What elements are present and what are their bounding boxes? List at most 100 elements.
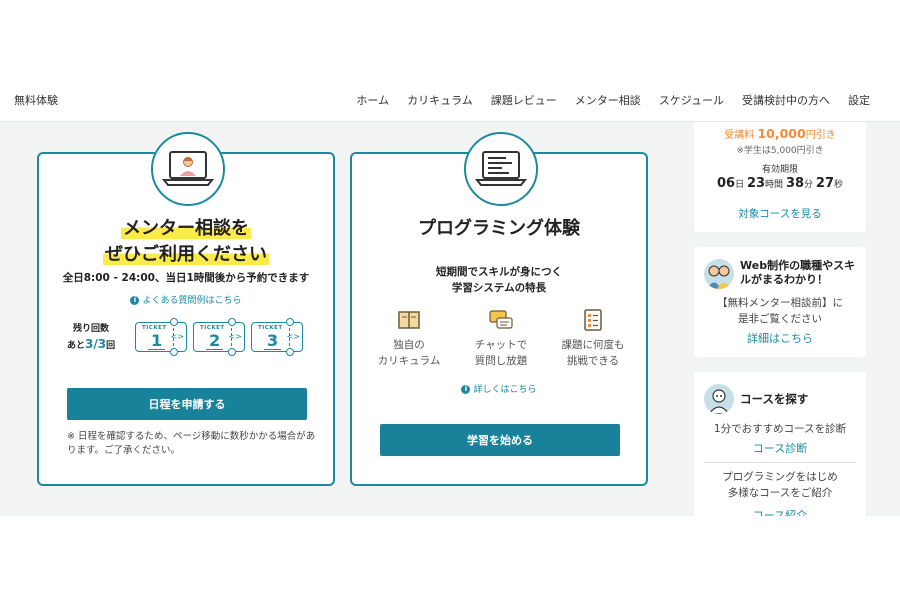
expiry-label: 有効期限 [761, 165, 798, 175]
countdown-minutes-unit: 分 [804, 180, 814, 190]
programming-card-title: プログラミング体験 [418, 218, 580, 239]
code-laptop-icon [464, 132, 538, 206]
countdown-hours-unit: 時間 [765, 180, 784, 190]
title-line-1: メンター相談を [121, 218, 251, 239]
nav-mentor-consultation[interactable]: メンター相談 [575, 92, 641, 108]
checklist-icon [550, 308, 636, 332]
book-icon [366, 308, 452, 332]
code-brackets-icon: <> [286, 332, 300, 341]
available-hours-text: 全日8:00 - 24:00、当日1時間後から予約できます [62, 272, 310, 284]
ticket-notch [228, 318, 236, 326]
description-line-2: 是非ご覧ください [738, 313, 822, 325]
start-learning-button[interactable]: 学習を始める [380, 424, 620, 456]
course-intro-text: プログラミングをはじめ 多様なコースをご紹介 [694, 469, 866, 501]
job-types-description: 【無料メンター相談前】に 是非ご覧ください [694, 295, 866, 327]
info-icon: i [461, 385, 471, 394]
learn-more-label: 詳しくはこちら [473, 385, 537, 395]
details-link[interactable]: 詳細はこちら [694, 330, 866, 346]
heading-line-2: ルがまるわかり！ [740, 273, 828, 286]
ticket-3: TICKET 3 <> [251, 318, 303, 356]
code-brackets-icon: <> [170, 332, 184, 341]
nav-home[interactable]: ホーム [356, 92, 389, 108]
remaining-prefix: あと [67, 341, 86, 351]
course-intro-link[interactable]: コース紹介 [694, 507, 866, 516]
ticket-number: 3 [264, 332, 282, 350]
discount-text: 受講料 10,000円引き [694, 126, 866, 141]
subtitle-line-1: 短期間でスキルが身につく [436, 266, 562, 278]
code-brackets-icon: <> [228, 332, 242, 341]
job-types-heading: Web制作の職種やスキ ルがまるわかり！ [740, 259, 855, 287]
ticket-notch [228, 348, 236, 356]
search-person-icon [704, 384, 734, 414]
intro-line-2: 多様なコースをご紹介 [727, 487, 833, 499]
feature-label-line2: カリキュラム [377, 355, 441, 367]
feature-label-line1: チャットで [474, 339, 528, 351]
heading-line-1: Web制作の職種やスキ [740, 259, 856, 272]
ticket-1: TICKET 1 <> [135, 318, 187, 356]
nav-schedule[interactable]: スケジュール [659, 92, 724, 108]
ticket-number: 2 [206, 332, 224, 350]
ticket-2: TICKET 2 <> [193, 318, 245, 356]
programming-trial-card: プログラミング体験 短期間でスキルが身につく 学習システムの特長 独自のカリキュ… [350, 132, 648, 486]
job-types-card: Web制作の職種やスキ ルがまるわかり！ 【無料メンター相談前】に 是非ご覧くだ… [694, 247, 866, 357]
course-search-heading: コースを探す [740, 392, 809, 406]
countdown-days-unit: 日 [735, 180, 745, 190]
countdown-timer: 06日 23時間 38分 27秒 [694, 176, 866, 191]
course-search-card: コースを探す 1分でおすすめコースを診断 コース診断 プログラミングをはじめ 多… [694, 372, 866, 516]
remaining-count: 残り回数 あと3/3回 [67, 322, 115, 354]
people-icon [704, 259, 734, 289]
feature-curriculum: 独自の カリキュラム [366, 308, 452, 369]
feature-retry: 課題に何度も 挑戦できる [550, 308, 636, 369]
course-diagnosis-link[interactable]: コース診断 [694, 440, 866, 456]
nav-settings[interactable]: 設定 [848, 92, 870, 108]
remaining-suffix: 回 [106, 341, 116, 351]
ticket-list: TICKET 1 <> TICKET 2 <> TICKET 3 <> [135, 318, 303, 356]
feature-label-line1: 課題に何度も [561, 339, 625, 351]
ticket-notch [286, 348, 294, 356]
nav-prospective-students[interactable]: 受講検討中の方へ [742, 92, 830, 108]
ticket-notch [170, 318, 178, 326]
schedule-note: ※ 日程を確認するため、ページ移動に数秒かかる場合があります。ご了承ください。 [67, 431, 316, 456]
ticket-number: 1 [148, 332, 166, 350]
countdown-seconds: 27 [815, 176, 835, 191]
faq-link[interactable]: i よくある質問例はこちら [39, 293, 333, 306]
nav-curriculum[interactable]: カリキュラム [407, 92, 473, 108]
remaining-label: 残り回数 [73, 324, 110, 334]
apply-schedule-button[interactable]: 日程を申請する [67, 388, 307, 420]
ticket-notch [286, 318, 294, 326]
countdown-seconds-unit: 秒 [834, 180, 844, 190]
discount-prefix: 受講料 [724, 130, 758, 141]
target-courses-link[interactable]: 対象コースを見る [694, 206, 866, 221]
countdown-days: 06 [716, 176, 736, 191]
feature-list: 独自の カリキュラム チャットで 質問し放題 課題に何度も 挑戦できる [366, 308, 636, 369]
feature-label-line1: 独自の [393, 339, 425, 351]
discount-card: 受講料 10,000円引き ※学生は5,000円引き 有効期限 06日 23時間… [694, 122, 866, 232]
mentor-consultation-card: メンター相談を ぜひご利用ください 全日8:00 - 24:00、当日1時間後か… [37, 132, 335, 486]
student-discount-note: ※学生は5,000円引き [736, 146, 824, 156]
mentor-card-title: メンター相談を ぜひご利用ください [39, 216, 333, 268]
discount-amount: 10,000 [757, 126, 806, 141]
ticket-notch [170, 348, 178, 356]
title-line-2: ぜひご利用ください [103, 244, 269, 265]
feature-label-line2: 質問し放題 [474, 355, 528, 367]
learn-more-link[interactable]: i 詳しくはこちら [352, 382, 646, 395]
top-navigation: 無料体験 ホーム カリキュラム 課題レビュー メンター相談 スケジュール 受講検… [0, 80, 900, 122]
remaining-value: 3/3 [85, 337, 107, 351]
course-diagnosis-text: 1分でおすすめコースを診断 [713, 423, 847, 435]
subtitle-line-2: 学習システムの特長 [451, 282, 547, 294]
discount-suffix: 円引き [805, 130, 836, 141]
mentor-laptop-icon [151, 132, 225, 206]
divider [704, 462, 856, 463]
description-line-1: 【無料メンター相談前】に [717, 297, 843, 309]
programming-card-subtitle: 短期間でスキルが身につく 学習システムの特長 [352, 264, 646, 296]
feature-chat: チャットで質問し放題 [458, 308, 544, 369]
info-icon: i [130, 296, 140, 305]
intro-line-1: プログラミングをはじめ [722, 471, 838, 483]
countdown-hours: 23 [746, 176, 766, 191]
brand-label[interactable]: 無料体験 [14, 92, 58, 108]
chat-icon [458, 308, 544, 332]
nav-assignment-review[interactable]: 課題レビュー [491, 92, 557, 108]
countdown-minutes: 38 [785, 176, 805, 191]
feature-label-line2: 挑戦できる [566, 355, 620, 367]
nav-links: ホーム カリキュラム 課題レビュー メンター相談 スケジュール 受講検討中の方へ… [356, 92, 870, 108]
